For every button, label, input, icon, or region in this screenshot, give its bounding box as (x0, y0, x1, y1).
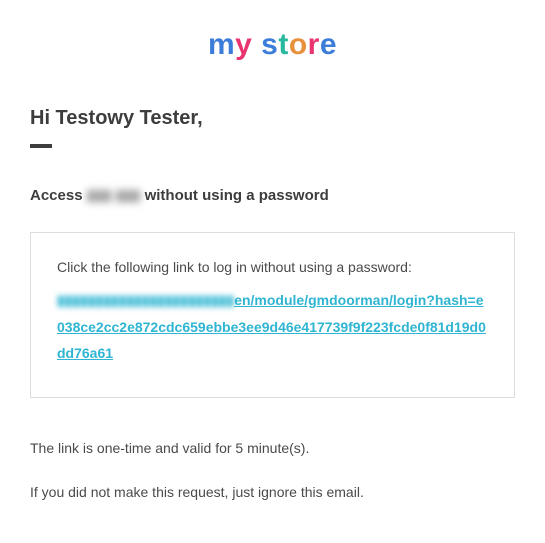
ignore-text: If you did not make this request, just i… (30, 484, 515, 500)
login-link[interactable]: ▮▮▮▮▮▮▮▮▮▮▮▮▮▮▮▮▮▮▮▮▮▮▮en/module/gmdoorm… (57, 287, 488, 367)
link-box-intro: Click the following link to log in witho… (57, 259, 488, 275)
validity-text: The link is one-time and valid for 5 min… (30, 440, 515, 456)
logo-container: my store (30, 28, 515, 62)
subtitle-blurred: ▮▮▮ ▮▮▮ (87, 186, 141, 204)
divider-line (30, 144, 52, 148)
subtitle-text: Access ▮▮▮ ▮▮▮ without using a password (30, 186, 515, 204)
greeting-text: Hi Testowy Tester, (30, 107, 515, 130)
login-link-blurred: ▮▮▮▮▮▮▮▮▮▮▮▮▮▮▮▮▮▮▮▮▮▮▮ (57, 292, 234, 308)
link-box: Click the following link to log in witho… (30, 232, 515, 398)
subtitle-prefix: Access (30, 187, 87, 204)
store-logo: my store (208, 28, 337, 61)
subtitle-suffix: without using a password (140, 187, 328, 204)
